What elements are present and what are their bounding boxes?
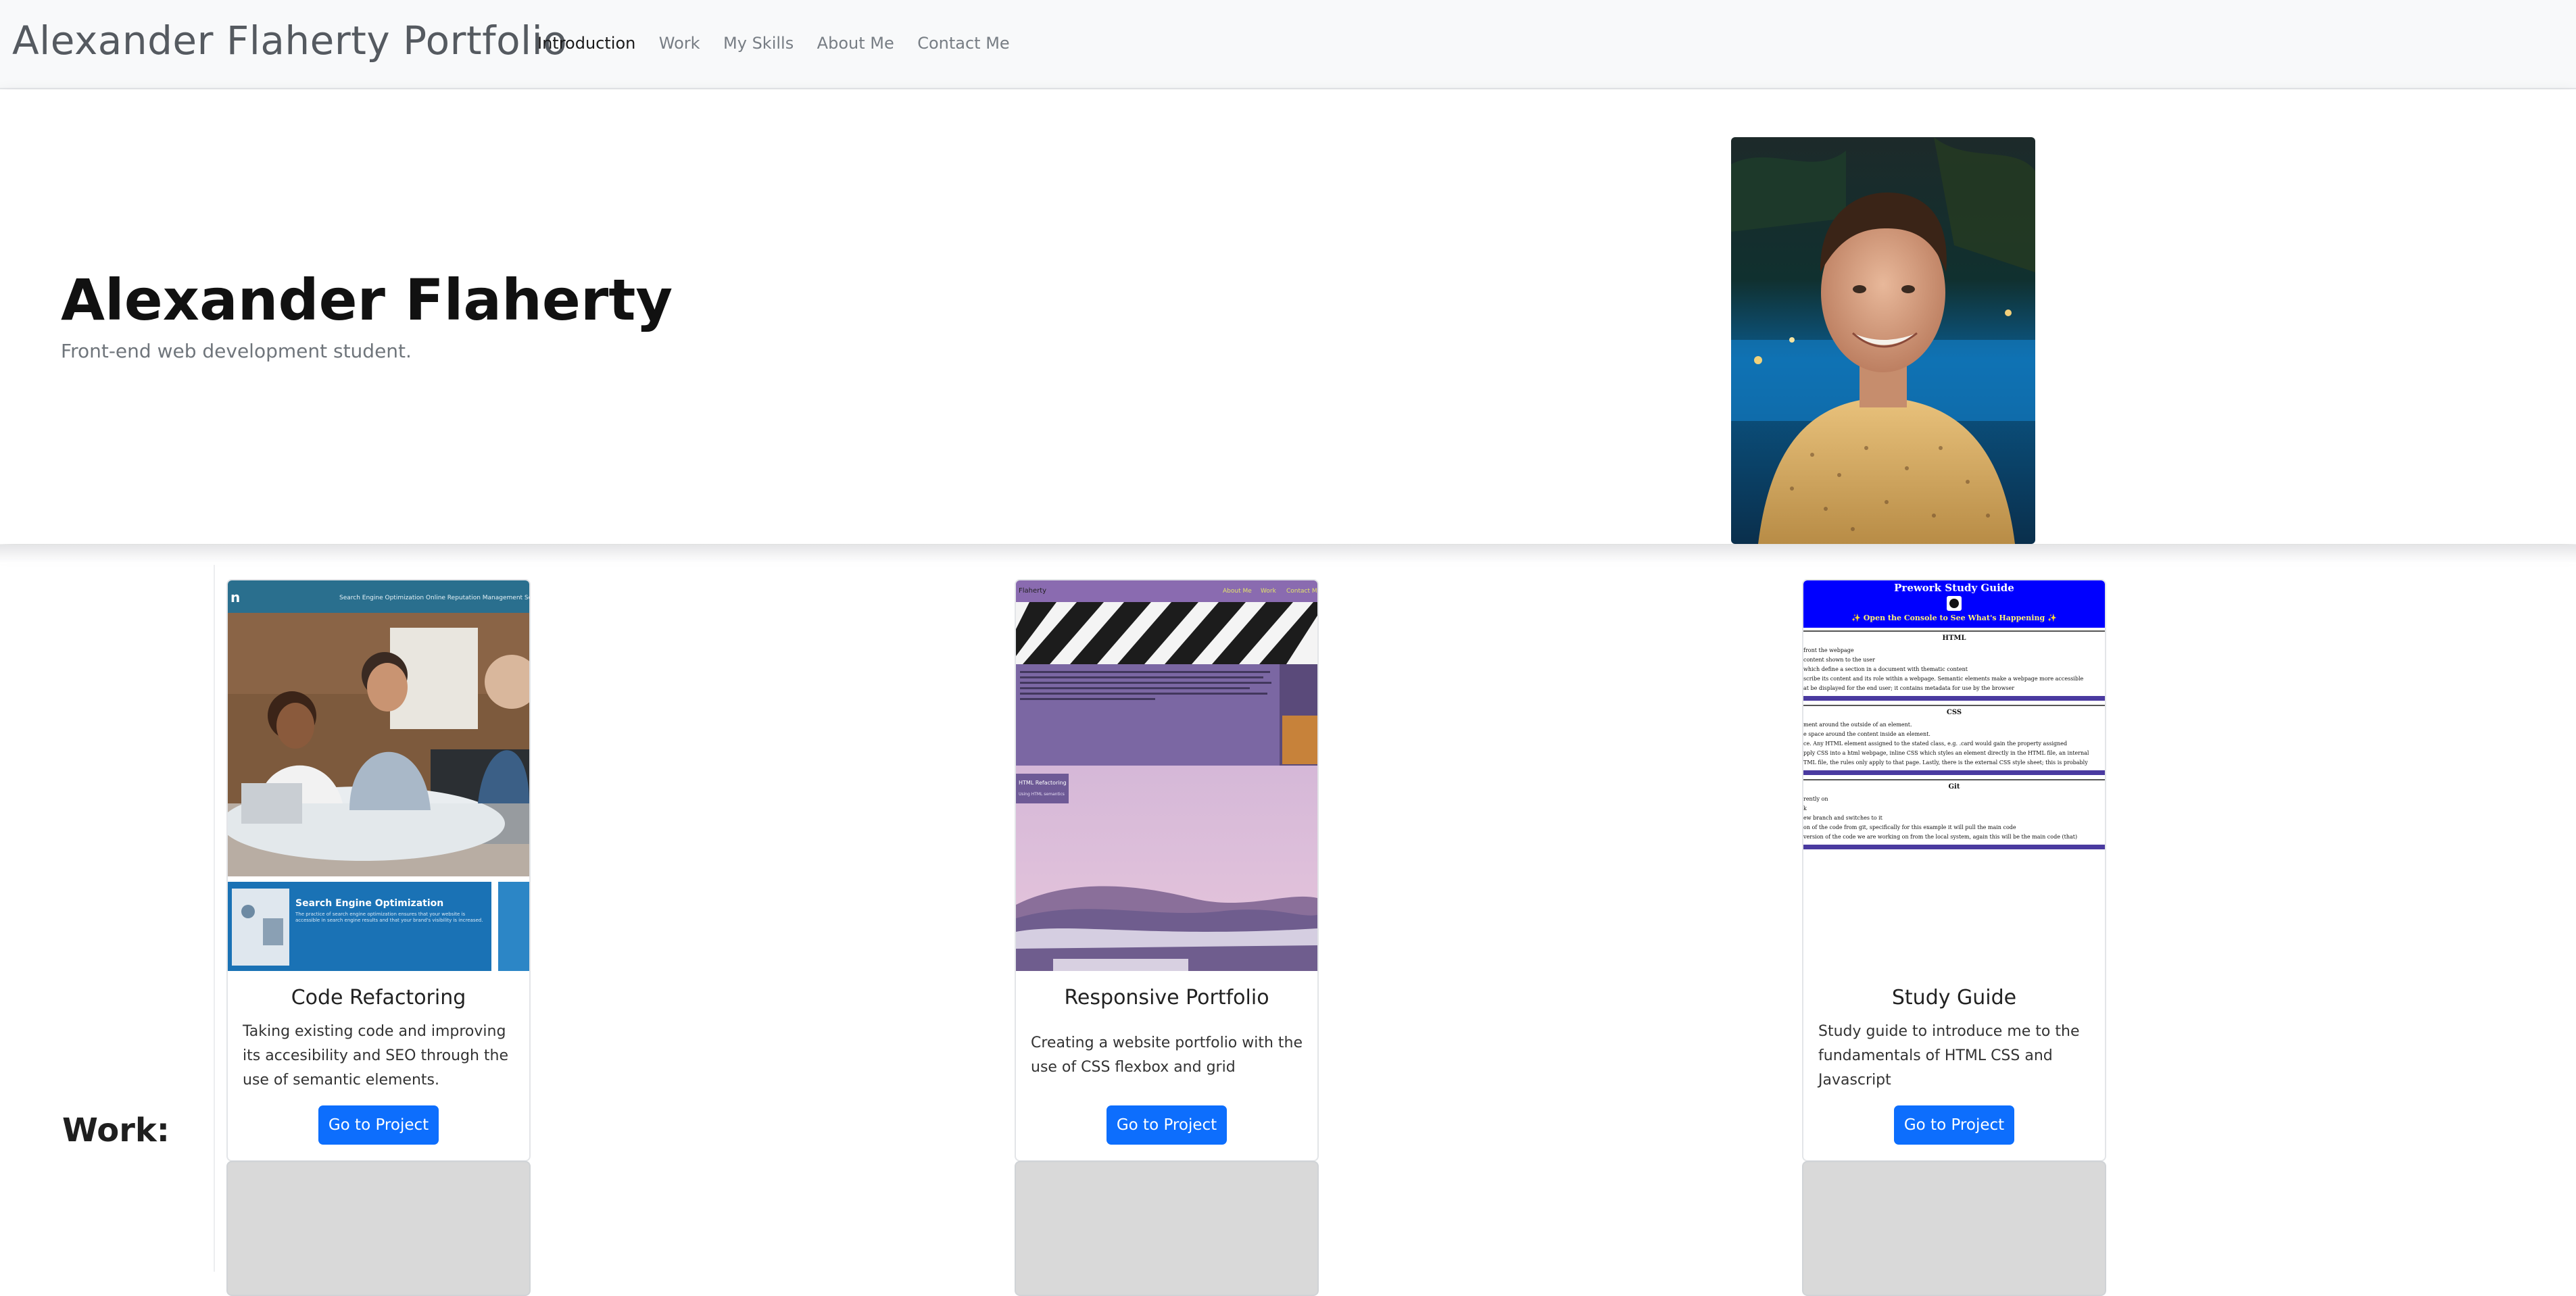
thumb-nav-1: About Me	[1223, 588, 1252, 595]
project-title: Responsive Portfolio	[1064, 986, 1269, 1010]
thumb-line: scribe its content and its role within a…	[1803, 676, 2084, 682]
project-title: Code Refactoring	[291, 986, 466, 1010]
hero-name: Alexander Flaherty	[61, 267, 673, 333]
project-card-study-guide: Prework Study Guide ✨ Open the Console t…	[1802, 579, 2106, 1162]
svg-text:n: n	[230, 589, 240, 605]
project-card-placeholder	[1802, 1161, 2106, 1296]
project-card-placeholder	[1015, 1161, 1319, 1296]
nav-link-about-me[interactable]: About Me	[817, 34, 894, 53]
nav-link-my-skills[interactable]: My Skills	[723, 34, 794, 53]
thumb-section-heading: HTML	[1942, 634, 1966, 642]
thumb-line: ment around the outside of an element.	[1803, 722, 1912, 728]
thumb-line: TML file, the rules only apply to that p…	[1803, 759, 2088, 766]
project-description: Study guide to introduce me to the funda…	[1818, 1023, 2080, 1089]
thumb-line: version of the code we are working on fr…	[1803, 834, 2078, 840]
thumb-line: content shown to the user	[1803, 657, 1875, 663]
thumb-card-title: Search Engine Optimization	[295, 898, 443, 909]
thumb-guide-title: Prework Study Guide	[1894, 582, 2014, 594]
thumb-label: HTML Refactoring	[1019, 780, 1067, 786]
thumb-line: ew branch and switches to it	[1803, 815, 1882, 821]
section-divider	[0, 545, 2576, 564]
work-heading: Work:	[62, 1112, 170, 1149]
nav-link-contact-me[interactable]: Contact Me	[917, 34, 1009, 53]
project-card-responsive-portfolio: Flaherty About Me Work Contact Me	[1015, 579, 1319, 1162]
thumb-card-text: The practice of search engine optimizati…	[295, 912, 483, 923]
project-card-code-refactoring: n Search Engine Optimization Online Repu…	[226, 579, 531, 1162]
thumb-sublabel: Using HTML semantics	[1019, 792, 1065, 797]
thumb-line: ce. Any HTML element assigned to the sta…	[1803, 741, 2068, 747]
thumb-section-heading: CSS	[1946, 709, 1962, 716]
project-description: Taking existing code and improving its a…	[243, 1023, 509, 1089]
go-to-project-button[interactable]: Go to Project	[1894, 1105, 2014, 1145]
project-thumbnail-study-guide: Prework Study Guide ✨ Open the Console t…	[1803, 580, 2105, 971]
project-title: Study Guide	[1891, 986, 2017, 1010]
thumb-nav-3: Contact Me	[1286, 588, 1317, 595]
thumb-nav-2: Work	[1261, 588, 1277, 595]
thumb-line: pply CSS into a html webpage, inline CSS…	[1803, 750, 2089, 756]
go-to-project-button[interactable]: Go to Project	[1107, 1105, 1227, 1145]
nav-link-introduction[interactable]: Introduction	[537, 34, 635, 53]
nav-link-work[interactable]: Work	[659, 34, 700, 53]
project-thumbnail-responsive-portfolio: Flaherty About Me Work Contact Me	[1016, 580, 1317, 971]
navbar: Alexander Flaherty Portfolio Introductio…	[0, 0, 2576, 89]
thumb-line: at be displayed for the end user; it con…	[1803, 685, 2015, 691]
profile-photo	[1731, 137, 2035, 544]
project-thumbnail-code-refactoring: n Search Engine Optimization Online Repu…	[228, 580, 529, 971]
work-divider	[214, 565, 215, 1272]
thumb-nav-text: Search Engine Optimization Online Reputa…	[339, 595, 529, 601]
thumb-line: k	[1803, 805, 1807, 812]
thumb-line: on of the code from git, specifically fo…	[1803, 824, 2016, 830]
thumb-line: rently on	[1803, 796, 1828, 802]
hero-section: Alexander Flaherty Front-end web develop…	[0, 90, 2576, 544]
project-description: Creating a website portfolio with the us…	[1031, 1035, 1303, 1076]
thumb-brand: Flaherty	[1019, 587, 1046, 595]
thumb-sections: HTML front the webpage content shown to …	[1803, 629, 2105, 971]
github-icon	[1947, 596, 1962, 611]
nav-links: Introduction Work My Skills About Me Con…	[537, 34, 1030, 57]
go-to-project-button[interactable]: Go to Project	[318, 1105, 439, 1145]
thumb-line: which define a section in a document wit…	[1803, 666, 1968, 672]
thumb-console-note: ✨ Open the Console to See What's Happeni…	[1851, 614, 2057, 622]
navbar-brand[interactable]: Alexander Flaherty Portfolio	[12, 18, 567, 64]
hero-subtitle: Front-end web development student.	[61, 340, 412, 362]
thumb-line: e space around the content inside an ele…	[1803, 731, 1930, 737]
thumb-section-heading: Git	[1948, 783, 1960, 791]
project-card-placeholder	[226, 1161, 531, 1296]
thumb-line: front the webpage	[1803, 647, 1854, 653]
